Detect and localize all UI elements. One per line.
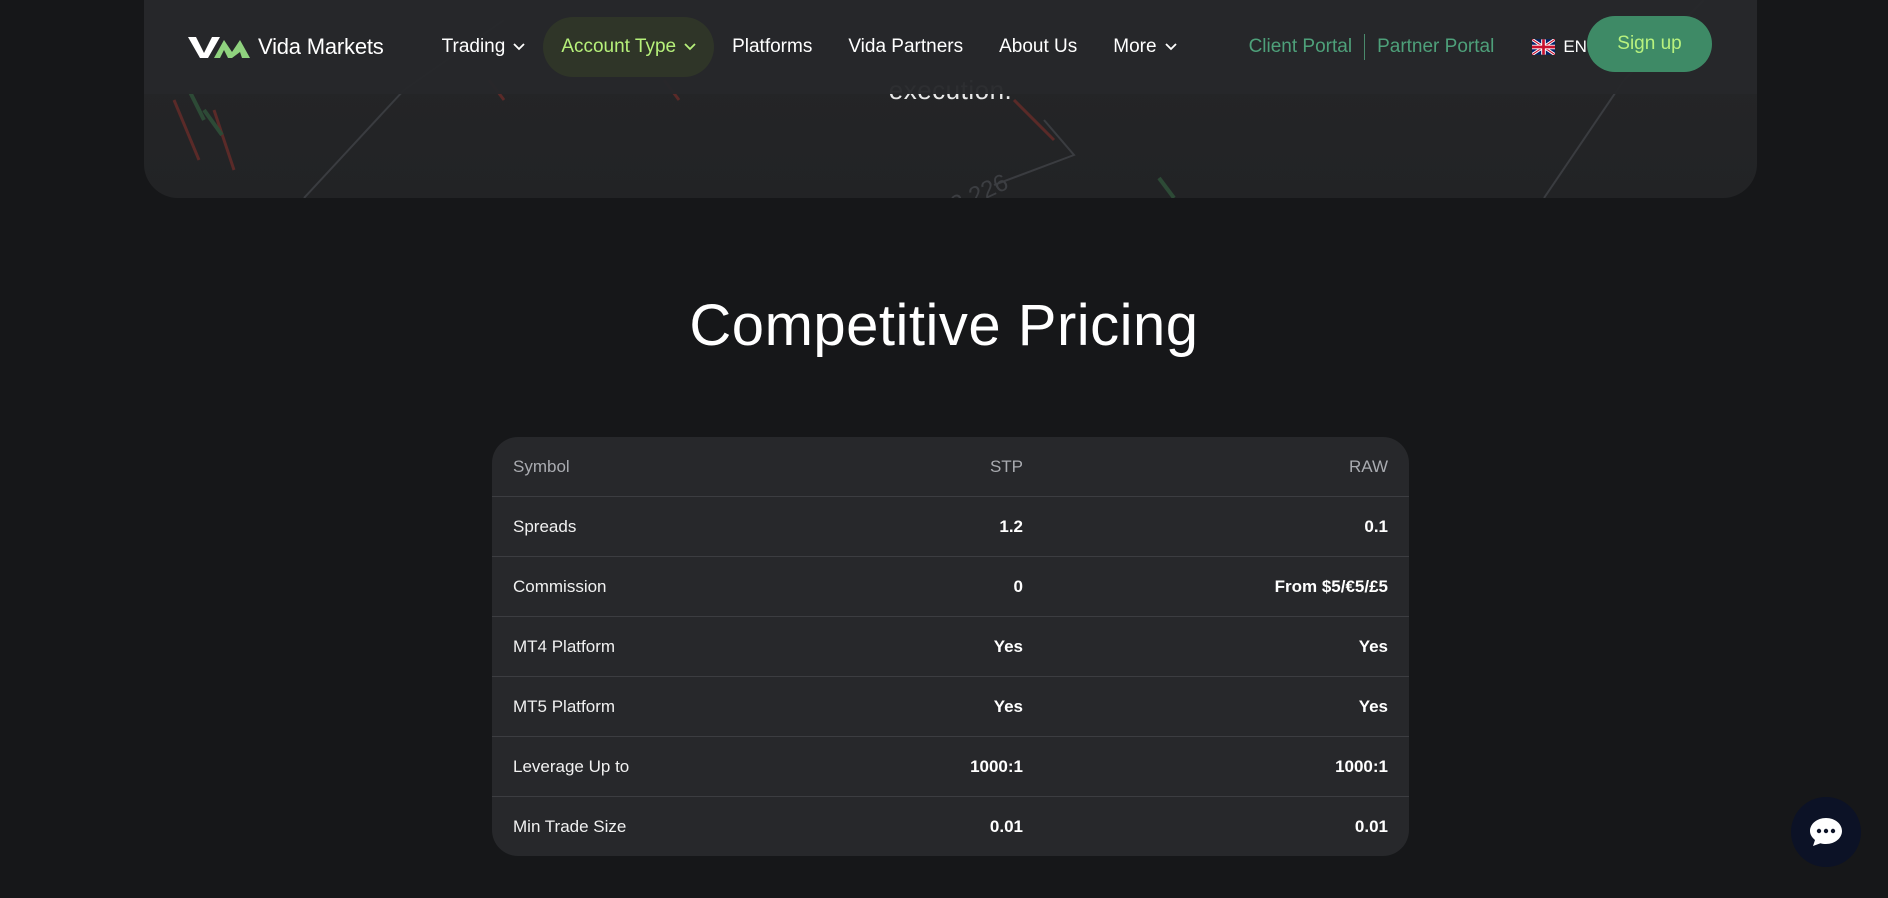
stp-value: Yes xyxy=(993,636,1023,656)
row-label: Min Trade Size xyxy=(513,817,627,836)
table-row: Commission 0 From $5/€5/£5 xyxy=(492,557,1409,617)
chevron-down-icon xyxy=(684,43,696,51)
portal-links: Client Portal Partner Portal xyxy=(1249,34,1494,60)
row-label: Spreads xyxy=(513,516,577,536)
nav-item-trading[interactable]: Trading xyxy=(424,17,544,77)
column-header-raw: RAW xyxy=(1348,456,1388,476)
svg-text:3.226: 3.226 xyxy=(946,169,1012,198)
raw-value: 0.1 xyxy=(1364,516,1388,536)
nav-menu: Trading Account Type Platforms Vida Part… xyxy=(424,0,1195,94)
column-header-stp: STP xyxy=(989,456,1023,476)
row-label: MT4 Platform xyxy=(513,636,616,656)
nav-item-label: About Us xyxy=(999,36,1078,57)
row-label: Leverage Up to xyxy=(513,756,630,776)
table-row: Spreads 1.2 0.1 xyxy=(492,497,1409,557)
signup-button[interactable]: Sign up xyxy=(1587,16,1712,72)
chat-bubble-icon xyxy=(1810,818,1842,846)
chevron-down-icon xyxy=(513,43,525,51)
table-header-row: Symbol STP RAW xyxy=(492,437,1409,497)
column-header-symbol: Symbol xyxy=(513,456,570,476)
brand-name: Vida Markets xyxy=(258,34,384,59)
nav-item-label: Platforms xyxy=(732,36,813,57)
stp-value: Yes xyxy=(993,696,1023,716)
chat-widget-button[interactable] xyxy=(1791,797,1861,867)
nav-item-label: Trading xyxy=(441,36,506,57)
stp-value: 1.2 xyxy=(999,516,1023,536)
stp-value: 0.01 xyxy=(989,817,1023,836)
nav-item-about-us[interactable]: About Us xyxy=(981,17,1095,77)
nav-item-vida-partners[interactable]: Vida Partners xyxy=(830,17,981,77)
chevron-down-icon xyxy=(1164,43,1177,51)
partner-portal-link[interactable]: Partner Portal xyxy=(1377,36,1494,58)
nav-item-platforms[interactable]: Platforms xyxy=(714,17,830,77)
language-label: EN xyxy=(1563,37,1587,56)
table-row: MT5 Platform Yes Yes xyxy=(492,677,1409,737)
nav-item-label: Vida Partners xyxy=(848,36,964,57)
pricing-table: Symbol STP RAW Spreads 1.2 0.1 Commissio… xyxy=(492,437,1409,856)
table-row: Leverage Up to 1000:1 1000:1 xyxy=(492,737,1409,797)
nav-item-more[interactable]: More xyxy=(1095,17,1194,77)
raw-value: From $5/€5/£5 xyxy=(1274,576,1388,596)
nav-item-account-type[interactable]: Account Type xyxy=(543,17,715,77)
row-label: Commission xyxy=(513,576,607,596)
nav-item-label: Account Type xyxy=(561,36,677,57)
portal-divider xyxy=(1364,34,1366,60)
client-portal-link[interactable]: Client Portal xyxy=(1249,36,1353,58)
raw-value: Yes xyxy=(1358,636,1388,656)
raw-value: Yes xyxy=(1358,696,1388,716)
section-title: Competitive Pricing xyxy=(689,293,1199,358)
nav-item-label: More xyxy=(1113,36,1157,57)
stp-value: 1000:1 xyxy=(970,756,1023,776)
raw-value: 0.01 xyxy=(1354,817,1388,836)
table-row: Min Trade Size 0.01 0.01 xyxy=(492,797,1409,856)
stp-value: 0 xyxy=(1013,576,1023,596)
vm-logo-icon xyxy=(188,37,250,58)
raw-value: 1000:1 xyxy=(1335,756,1388,776)
uk-flag-icon xyxy=(1532,39,1556,55)
top-navbar: Vida Markets Trading Account Type Platfo… xyxy=(144,0,1757,94)
brand-logo[interactable]: Vida Markets xyxy=(188,34,384,60)
table-row: MT4 Platform Yes Yes xyxy=(492,617,1409,677)
row-label: MT5 Platform xyxy=(513,696,616,716)
